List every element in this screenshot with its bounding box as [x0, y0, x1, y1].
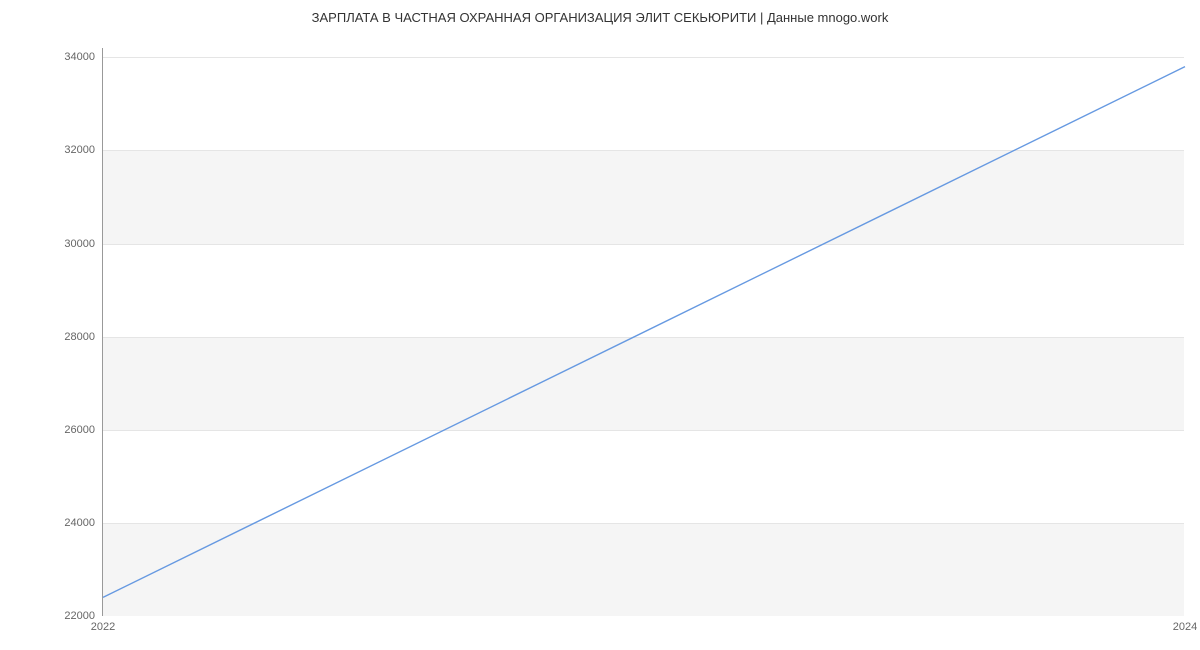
line-layer	[103, 48, 1185, 616]
chart-title: ЗАРПЛАТА В ЧАСТНАЯ ОХРАННАЯ ОРГАНИЗАЦИЯ …	[0, 10, 1200, 25]
x-tick-label: 2022	[91, 615, 115, 633]
y-tick-label: 30000	[64, 238, 103, 250]
y-tick-label: 26000	[64, 424, 103, 436]
y-tick-label: 28000	[64, 331, 103, 343]
y-tick-label: 32000	[64, 144, 103, 156]
y-tick-label: 34000	[64, 51, 103, 63]
data-line	[103, 67, 1185, 598]
plot-area: 2200024000260002800030000320003400020222…	[102, 48, 1184, 616]
y-tick-label: 24000	[64, 517, 103, 529]
salary-chart: ЗАРПЛАТА В ЧАСТНАЯ ОХРАННАЯ ОРГАНИЗАЦИЯ …	[0, 0, 1200, 650]
x-tick-label: 2024	[1173, 615, 1197, 633]
